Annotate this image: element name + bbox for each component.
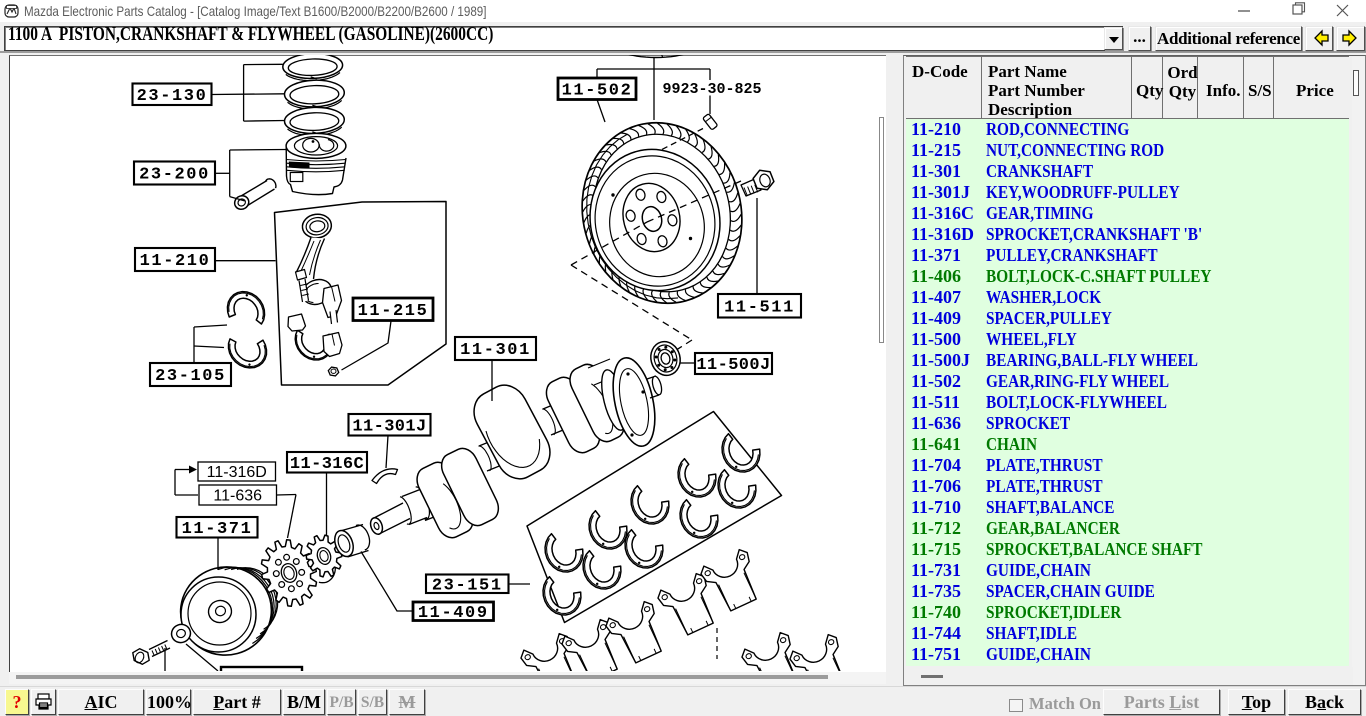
svg-text:11-301: 11-301 (460, 341, 531, 360)
svg-text:11-210: 11-210 (140, 252, 211, 271)
svg-text:11-409: 11-409 (418, 604, 489, 623)
svg-text:11-316C: 11-316C (290, 455, 364, 474)
svg-text:11-500J: 11-500J (696, 356, 770, 375)
svg-text:23-130: 23-130 (137, 87, 208, 106)
svg-text:11-502: 11-502 (562, 81, 633, 100)
svg-text:23-200: 23-200 (139, 166, 210, 185)
svg-text:11-371: 11-371 (182, 520, 253, 539)
svg-text:11-636: 11-636 (213, 488, 262, 505)
svg-text:11-215: 11-215 (358, 302, 429, 321)
svg-text:11-511: 11-511 (724, 298, 795, 317)
svg-text:23-151: 23-151 (432, 576, 503, 595)
svg-text:23-105: 23-105 (155, 367, 226, 386)
svg-text:11-301J: 11-301J (352, 417, 426, 436)
svg-text:9923-30-825: 9923-30-825 (662, 81, 761, 98)
svg-text:11-316D: 11-316D (207, 464, 267, 481)
